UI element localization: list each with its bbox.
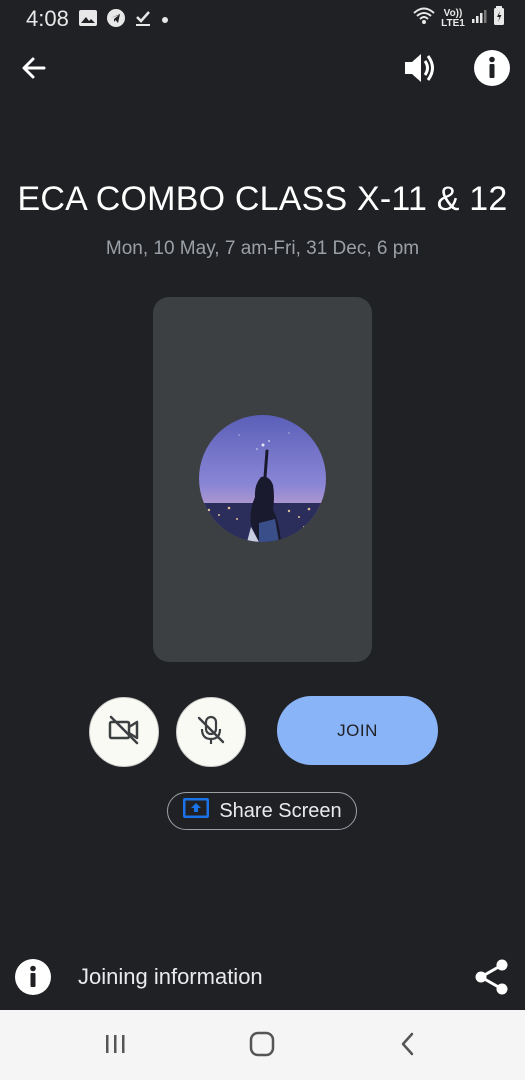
share-screen-button[interactable]: Share Screen bbox=[167, 792, 357, 830]
status-bar: 4:08 Vo)) LTE1 bbox=[0, 0, 525, 36]
nav-back-button[interactable] bbox=[388, 1028, 428, 1064]
notification-icons bbox=[78, 8, 170, 33]
recents-icon bbox=[103, 1032, 127, 1061]
network-type-label: Vo)) LTE1 bbox=[441, 7, 465, 29]
signal-icon bbox=[471, 8, 487, 29]
joining-info-row[interactable]: Joining information bbox=[0, 952, 525, 1002]
gallery-icon bbox=[78, 9, 98, 32]
dot-icon bbox=[160, 12, 170, 30]
nav-back-icon bbox=[397, 1031, 419, 1062]
join-button[interactable]: JOIN bbox=[277, 696, 438, 765]
camera-off-icon bbox=[107, 713, 141, 752]
share-icon[interactable] bbox=[471, 956, 513, 998]
self-preview bbox=[153, 297, 372, 662]
wifi-icon bbox=[413, 7, 435, 30]
system-nav-bar bbox=[0, 1010, 525, 1080]
back-button[interactable] bbox=[14, 50, 54, 90]
meeting-info-button[interactable] bbox=[472, 49, 512, 92]
battery-icon bbox=[493, 6, 505, 31]
recents-button[interactable] bbox=[95, 1028, 135, 1064]
home-button[interactable] bbox=[242, 1028, 282, 1064]
system-icons: Vo)) LTE1 bbox=[413, 6, 505, 31]
info-icon bbox=[473, 49, 511, 92]
home-icon bbox=[249, 1031, 275, 1062]
meeting-time-range: Mon, 10 May, 7 am-Fri, 31 Dec, 6 pm bbox=[105, 238, 420, 259]
status-time: 4:08 bbox=[26, 6, 69, 31]
telegram-icon bbox=[106, 8, 126, 33]
meeting-title: ECA COMBO CLASS X-11 & 12 bbox=[17, 180, 508, 218]
speaker-button[interactable] bbox=[398, 48, 442, 92]
avatar bbox=[199, 415, 326, 542]
download-done-icon bbox=[134, 9, 152, 32]
screen-share-icon bbox=[182, 797, 210, 825]
speaker-icon bbox=[401, 49, 439, 92]
mic-toggle-button[interactable] bbox=[176, 697, 246, 767]
info-icon bbox=[14, 958, 52, 996]
share-screen-label: Share Screen bbox=[219, 799, 342, 822]
joining-info-label: Joining information bbox=[78, 964, 263, 989]
mic-off-icon bbox=[194, 713, 228, 752]
camera-toggle-button[interactable] bbox=[89, 697, 159, 767]
back-arrow-icon bbox=[20, 54, 48, 87]
